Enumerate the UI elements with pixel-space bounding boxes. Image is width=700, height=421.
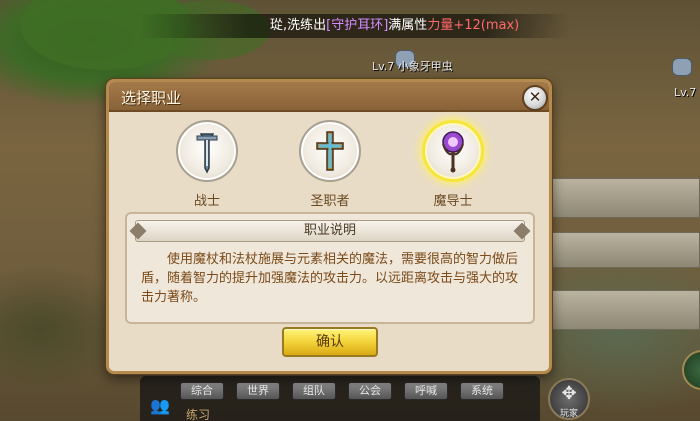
chat-message[interactable]: 练习 <box>186 406 210 421</box>
stone-slab <box>548 232 700 268</box>
staff-icon <box>442 131 464 173</box>
diamond-ornament-icon <box>513 222 531 240</box>
dialog-titlebar: 选择职业 <box>109 82 549 112</box>
friends-icon[interactable]: 👥 <box>146 396 174 416</box>
chat-tabs: 综合 世界 组队 公会 呼喊 系统 <box>180 382 504 400</box>
chat-tab-team[interactable]: 组队 <box>292 382 336 400</box>
diamond-ornament-icon <box>129 222 147 240</box>
class-icon-frame <box>176 120 238 182</box>
announcement-middle: 满属性 <box>388 18 428 33</box>
system-announcement: 㻜,洗练出[守护耳环]满属性力量+12(max) <box>140 14 570 38</box>
chat-tab-guild[interactable]: 公会 <box>348 382 392 400</box>
player-button[interactable]: ✥ 玩家 <box>548 378 590 420</box>
class-icon-frame <box>299 120 361 182</box>
announcement-stat: 力量+12(max) <box>427 18 520 33</box>
announcement-item: [守护耳环] <box>326 18 389 33</box>
crosshair-icon: ✥ <box>561 383 577 404</box>
announcement-prefix: 㻜,洗练出 <box>270 18 327 33</box>
stone-slab <box>548 178 700 218</box>
class-description-panel: 职业说明 使用魔杖和法杖施展与元素相关的魔法，需要很高的智力做后盾，随着智力的提… <box>125 212 535 324</box>
close-button[interactable]: ✕ <box>522 85 548 111</box>
mob-name-label: Lv.7 小象牙甲虫 <box>372 60 453 73</box>
class-option-cleric[interactable]: 圣职者 <box>290 120 370 209</box>
mob-name-label: Lv.7 <box>674 86 697 99</box>
confirm-button[interactable]: 确认 <box>282 327 378 357</box>
player-button-label: 玩家 <box>559 409 578 419</box>
description-text: 使用魔杖和法杖施展与元素相关的魔法，需要很高的智力做后盾，随着智力的提升加强魔法… <box>141 252 519 305</box>
cross-icon <box>316 131 344 171</box>
sword-icon <box>196 133 218 174</box>
monster-sprite[interactable] <box>672 58 692 76</box>
class-label-cleric: 圣职者 <box>310 194 350 209</box>
class-icon-frame <box>422 120 484 182</box>
description-header: 职业说明 <box>129 220 531 242</box>
dialog-title: 选择职业 <box>121 89 182 107</box>
chat-tab-system[interactable]: 系统 <box>460 382 504 400</box>
class-label-mage: 魔导士 <box>433 194 473 209</box>
class-option-warrior[interactable]: 战士 <box>167 120 247 209</box>
chat-tab-shout[interactable]: 呼喊 <box>404 382 448 400</box>
class-option-mage[interactable]: 魔导士 <box>413 120 493 209</box>
description-title: 职业说明 <box>303 223 356 238</box>
class-label-warrior: 战士 <box>193 194 220 209</box>
chat-tab-world[interactable]: 世界 <box>236 382 280 400</box>
chat-panel: 👥 综合 世界 组队 公会 呼喊 系统 练习 <box>140 376 540 421</box>
class-select-dialog: 选择职业 ✕ 战士 圣职者 魔导士 职业说明 使用魔杖和法杖施展与元素相关的魔法… <box>106 79 552 374</box>
chat-tab-all[interactable]: 综合 <box>180 382 224 400</box>
stone-slab <box>548 290 700 330</box>
